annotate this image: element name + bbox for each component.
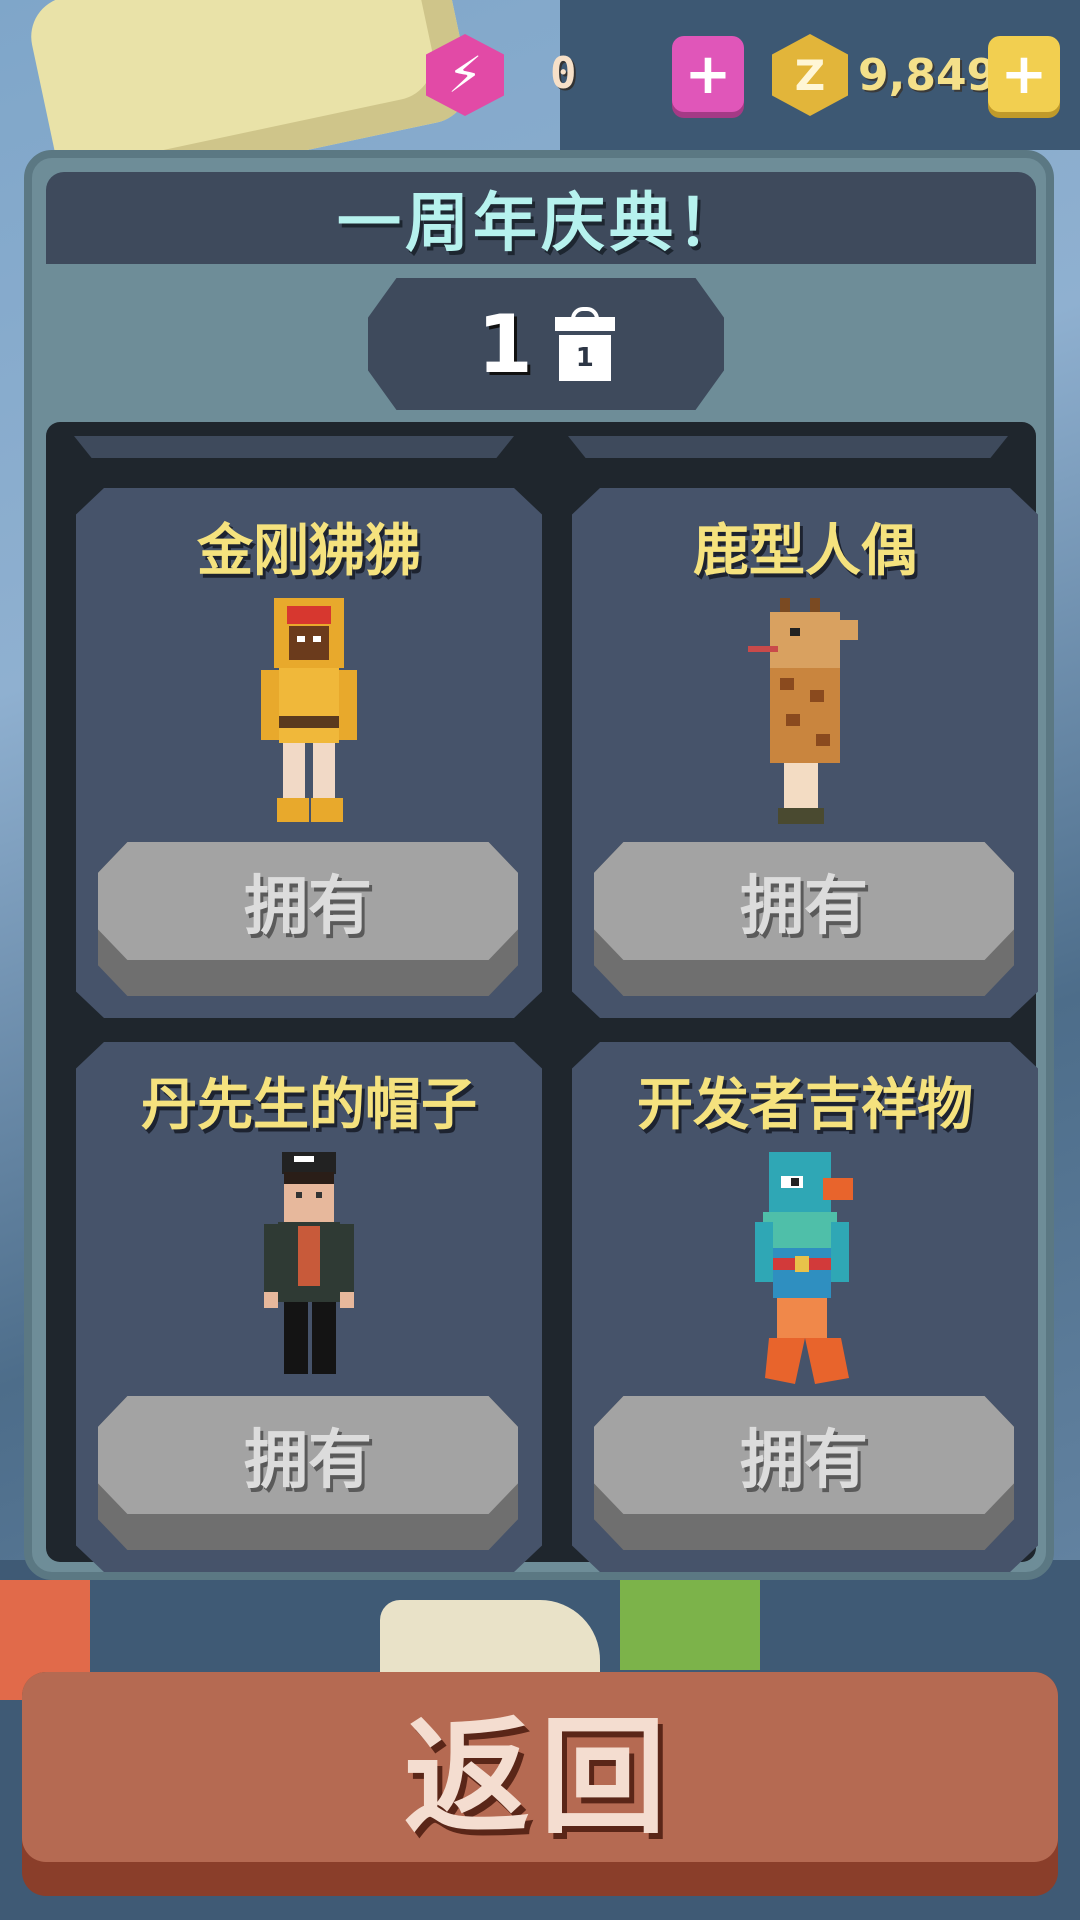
background-scenery-bush (620, 1580, 760, 1670)
owned-button-label: 拥有 (594, 842, 1014, 960)
reward-name: 金刚狒狒 (197, 519, 421, 584)
zoo-coin-icon: Z (772, 34, 848, 116)
lightning-gem-icon: ⚡ (426, 34, 504, 116)
reward-name: 开发者吉祥物 (637, 1073, 973, 1138)
gift-box-icon: 1 (554, 307, 615, 381)
panel-title: 一周年庆典！ (337, 187, 745, 261)
owned-button[interactable]: 拥有 (594, 1396, 1014, 1550)
owned-button-label: 拥有 (98, 842, 518, 960)
anniversary-rewards-panel: 一周年庆典！ 1 1 金刚狒狒 拥有 鹿型人偶 拥有 丹先生的帽子 拥有 开发者… (24, 150, 1054, 1580)
coin-count: 9,849 (858, 50, 998, 101)
mr-dan-hat-figure (264, 1152, 354, 1374)
add-coins-button[interactable]: + (988, 36, 1060, 112)
reward-card-developer-mascot: 开发者吉祥物 拥有 (572, 1042, 1038, 1572)
energy-count: 0 (550, 48, 577, 99)
owned-button-label: 拥有 (594, 1396, 1014, 1514)
currency-bar: ⚡ 0 + Z 9,849 + (420, 30, 1070, 120)
gift-counter-value: 1 (477, 297, 533, 391)
giraffe-costume-figure (748, 598, 858, 824)
owned-button[interactable]: 拥有 (98, 1396, 518, 1550)
gift-counter: 1 1 (368, 278, 724, 410)
owned-button[interactable]: 拥有 (98, 842, 518, 996)
developer-mascot-figure (755, 1152, 853, 1384)
gift-box-number: 1 (558, 335, 611, 381)
reward-card-mandrill: 金刚狒狒 拥有 (76, 488, 542, 1018)
add-energy-button[interactable]: + (672, 36, 744, 112)
reward-card-mr-dan-hat: 丹先生的帽子 拥有 (76, 1042, 542, 1572)
panel-header: 一周年庆典！ (46, 172, 1036, 264)
owned-button[interactable]: 拥有 (594, 842, 1014, 996)
back-button[interactable]: 返回 (22, 1672, 1058, 1896)
grid-divider-right (568, 436, 1008, 458)
mandrill-costume-figure (261, 598, 357, 822)
reward-card-giraffe: 鹿型人偶 拥有 (572, 488, 1038, 1018)
back-button-label: 返回 (22, 1672, 1058, 1862)
owned-button-label: 拥有 (98, 1396, 518, 1514)
reward-name: 鹿型人偶 (693, 519, 917, 584)
rewards-grid: 金刚狒狒 拥有 鹿型人偶 拥有 丹先生的帽子 拥有 开发者吉祥物 拥有 (46, 422, 1038, 1572)
reward-name: 丹先生的帽子 (141, 1073, 477, 1138)
grid-divider-left (74, 436, 514, 458)
